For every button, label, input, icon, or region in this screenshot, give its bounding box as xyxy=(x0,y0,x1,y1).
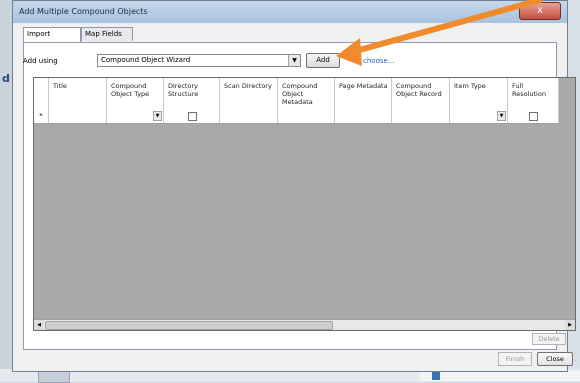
annotation-arrow-icon xyxy=(336,0,543,66)
annotation-arrow-shaft xyxy=(349,0,543,55)
annotation-arrow-head xyxy=(336,38,362,66)
